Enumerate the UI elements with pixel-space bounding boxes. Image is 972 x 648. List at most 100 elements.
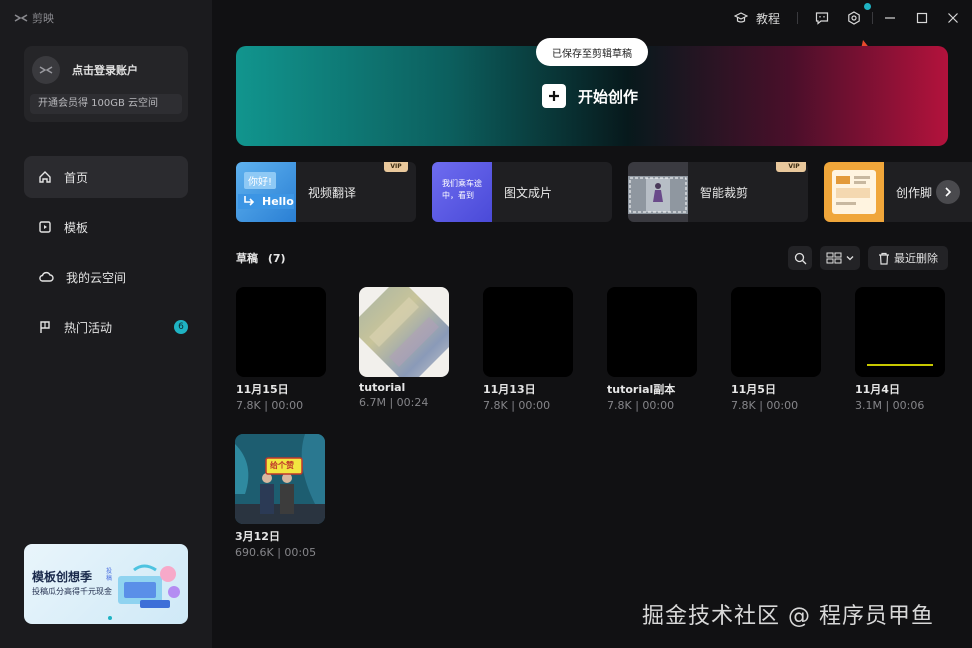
tutorial-button[interactable]: 教程 (734, 8, 780, 28)
sidebar-item-home[interactable]: 首页 (24, 156, 188, 198)
tutorial-label: 教程 (756, 11, 781, 26)
start-creating-label: 开始创作 (578, 87, 639, 106)
chevron-down-icon (846, 256, 854, 261)
vip-tag: VIP (384, 162, 408, 172)
draft-card[interactable]: 11月4日 3.1M | 00:06 (855, 287, 945, 412)
maximize-button[interactable] (916, 8, 928, 28)
draft-card[interactable]: 11月15日 7.8K | 00:00 (236, 287, 326, 412)
draft-meta: 3.1M | 00:06 (855, 399, 925, 412)
home-icon (39, 171, 51, 183)
topbar-divider (872, 12, 873, 24)
sidebar-item-label: 热门活动 (64, 320, 113, 335)
subtitle-preview (867, 364, 933, 366)
feedback-button[interactable] (815, 8, 829, 28)
draft-thumbnail[interactable] (236, 287, 326, 377)
plus-icon (542, 84, 566, 108)
draft-name: 11月13日 (483, 383, 536, 396)
search-icon (794, 252, 806, 264)
vip-tag: VIP (782, 162, 806, 172)
carousel-dot[interactable] (108, 616, 112, 620)
promo-subtitle: 投稿瓜分高得千元现金 (32, 587, 112, 596)
capcut-logo-icon (14, 14, 28, 22)
recent-delete-label: 最近删除 (894, 252, 938, 265)
app-logo: 剪映 (14, 10, 54, 26)
promo-title: 模板创想季 (32, 570, 93, 584)
draft-thumbnail[interactable] (731, 287, 821, 377)
draft-thumbnail[interactable] (607, 287, 697, 377)
draft-name: tutorial副本 (607, 383, 676, 396)
draft-meta: 690.6K | 00:05 (235, 546, 317, 559)
saved-toast: 已保存至剪辑草稿 (536, 38, 648, 66)
jianying-app-window: 剪映 点击登录账户 开通会员得 100GB 云空间 首页 模板 我的云空间 热门… (0, 0, 972, 648)
tool-video-translate[interactable]: 你好! Hello 视频翻译 VIP (236, 162, 416, 222)
draft-meta: 7.8K | 00:00 (731, 399, 799, 412)
trash-icon (879, 252, 889, 265)
login-link[interactable]: 点击登录账户 (72, 62, 138, 78)
avatar[interactable] (32, 56, 60, 84)
draft-meta: 7.8K | 00:00 (236, 399, 304, 412)
draft-thumbnail[interactable] (483, 287, 573, 377)
text-to-video-thumb: 我们乘车途中，看到 (432, 162, 492, 222)
grid-view-icon (826, 252, 842, 264)
crop-preview-icon (628, 176, 688, 214)
start-creating-button[interactable]: 开始创作 (542, 84, 638, 108)
sidebar-item-label: 模板 (64, 220, 89, 235)
tool-text-to-video[interactable]: 我们乘车途中，看到 图文成片 (432, 162, 612, 222)
tool-smart-crop[interactable]: 智能裁剪 VIP (628, 162, 808, 222)
sidebar-item-events[interactable]: 热门活动 6 (24, 306, 188, 348)
sidebar-item-label: 我的云空间 (66, 270, 127, 285)
tool-label: 智能裁剪 (700, 186, 749, 200)
close-button[interactable] (947, 8, 959, 28)
draft-card[interactable]: tutorial副本 7.8K | 00:00 (607, 287, 697, 412)
account-panel[interactable]: 点击登录账户 开通会员得 100GB 云空间 (24, 46, 188, 122)
draft-meta: 7.8K | 00:00 (607, 399, 675, 412)
settings-button[interactable] (847, 8, 861, 28)
tool-label: 创作脚 (896, 186, 933, 200)
draft-card[interactable]: 11月13日 7.8K | 00:00 (483, 287, 573, 412)
tool-label: 视频翻译 (308, 186, 357, 200)
vip-upgrade-link[interactable]: 开通会员得 100GB 云空间 (30, 94, 182, 114)
carousel-next-button[interactable] (936, 180, 960, 204)
settings-hex-icon (848, 11, 860, 25)
draft-thumbnail[interactable]: 给个赞 (235, 434, 325, 524)
thumb-text: 我们乘车途中，看到 (442, 179, 482, 200)
recent-delete-button[interactable]: 最近删除 (868, 246, 948, 270)
template-icon (39, 221, 51, 233)
chevron-right-icon (945, 187, 952, 197)
topbar-divider (797, 12, 798, 24)
draft-meta: 7.8K | 00:00 (483, 399, 551, 412)
cloud-icon (39, 271, 54, 282)
promo-illustration (118, 564, 180, 608)
feedback-icon (815, 12, 829, 25)
script-thumb (824, 162, 884, 222)
flag-icon (40, 321, 50, 333)
close-icon (948, 13, 958, 23)
arrow-turn-icon (244, 196, 255, 206)
draft-meta: 6.7M | 00:24 (359, 396, 429, 409)
script-doc-icon (832, 170, 876, 214)
draft-card[interactable]: 给个赞 3月12日 690.6K | 00:05 (235, 434, 325, 559)
graduation-cap-icon (734, 12, 748, 23)
sidebar-item-label: 首页 (64, 170, 89, 185)
drafts-count: (7) (267, 252, 286, 265)
photo-sign-text: 给个赞 (270, 461, 294, 470)
minimize-icon (885, 17, 895, 19)
view-mode-button[interactable] (820, 246, 860, 270)
draft-name: 11月4日 (855, 383, 900, 396)
draft-card[interactable]: tutorial 6.7M | 00:24 (359, 287, 449, 409)
blurred-video-preview (359, 287, 449, 377)
sidebar-item-templates[interactable]: 模板 (24, 206, 188, 248)
draft-thumbnail[interactable] (359, 287, 449, 377)
sidebar-item-cloud[interactable]: 我的云空间 (24, 256, 188, 298)
draft-thumbnail[interactable] (855, 287, 945, 377)
minimize-button[interactable] (884, 8, 896, 28)
promo-banner[interactable]: 模板创想季 投稿 投稿瓜分高得千元现金 (24, 544, 188, 624)
draft-card[interactable]: 11月5日 7.8K | 00:00 (731, 287, 821, 412)
draft-name: 11月5日 (731, 383, 776, 396)
notification-badge: 6 (174, 320, 188, 334)
app-name: 剪映 (32, 12, 54, 25)
search-drafts-button[interactable] (788, 246, 812, 270)
sidebar: 剪映 点击登录账户 开通会员得 100GB 云空间 首页 模板 我的云空间 热门… (0, 0, 212, 648)
settings-notification-dot (864, 3, 871, 10)
watermark-text: 掘金技术社区 @ 程序员甲鱼 (642, 604, 934, 629)
